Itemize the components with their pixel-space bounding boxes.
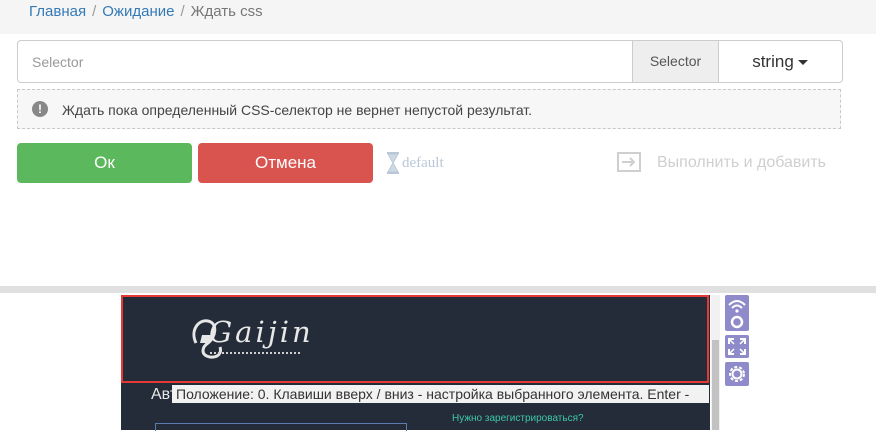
settings-gear-icon xyxy=(729,366,745,382)
cancel-button[interactable]: Отмена xyxy=(198,143,373,183)
run-and-add-label: Выполнить и добавить xyxy=(657,154,827,171)
panel-divider[interactable] xyxy=(0,286,876,293)
selector-addon-label: Selector xyxy=(632,41,719,82)
selector-input[interactable] xyxy=(18,41,632,82)
info-circle-icon: ! xyxy=(32,101,48,117)
breadcrumb: Главная / Ожидание / Ждать css xyxy=(29,3,263,21)
settings-button[interactable] xyxy=(725,362,749,386)
position-tooltip: Положение: 0. Клавиши вверх / вниз - нас… xyxy=(172,385,709,403)
breadcrumb-bar: Главная / Ожидание / Ждать css xyxy=(0,0,876,34)
breadcrumb-separator: / xyxy=(180,3,185,20)
hint-box: ! Ждать пока определенный CSS-селектор н… xyxy=(17,89,841,129)
wifi-record-button[interactable] xyxy=(725,295,749,331)
hourglass-icon xyxy=(387,152,399,174)
fullscreen-button[interactable] xyxy=(725,335,749,358)
breadcrumb-parent-link[interactable]: Ожидание xyxy=(102,3,174,20)
value-type-label: string xyxy=(752,52,794,71)
breadcrumb-home-link[interactable]: Главная xyxy=(29,3,86,20)
selected-element-highlight xyxy=(121,295,709,383)
run-add-icon xyxy=(617,152,641,172)
default-timeout-label[interactable]: default xyxy=(402,155,444,172)
breadcrumb-separator: / xyxy=(92,3,97,20)
preview-scrollbar-thumb[interactable] xyxy=(712,340,719,430)
hint-text: Ждать пока определенный CSS-селектор не … xyxy=(62,102,533,118)
ok-button[interactable]: Ок xyxy=(17,143,192,183)
selector-input-group: Selector string xyxy=(17,40,843,83)
caret-down-icon xyxy=(797,60,808,66)
breadcrumb-current: Ждать css xyxy=(190,3,263,20)
wifi-record-icon xyxy=(728,300,746,329)
value-type-dropdown[interactable]: string xyxy=(718,41,842,82)
fullscreen-icon xyxy=(728,338,746,355)
register-link[interactable]: Нужно зарегистрироваться? xyxy=(452,413,584,424)
